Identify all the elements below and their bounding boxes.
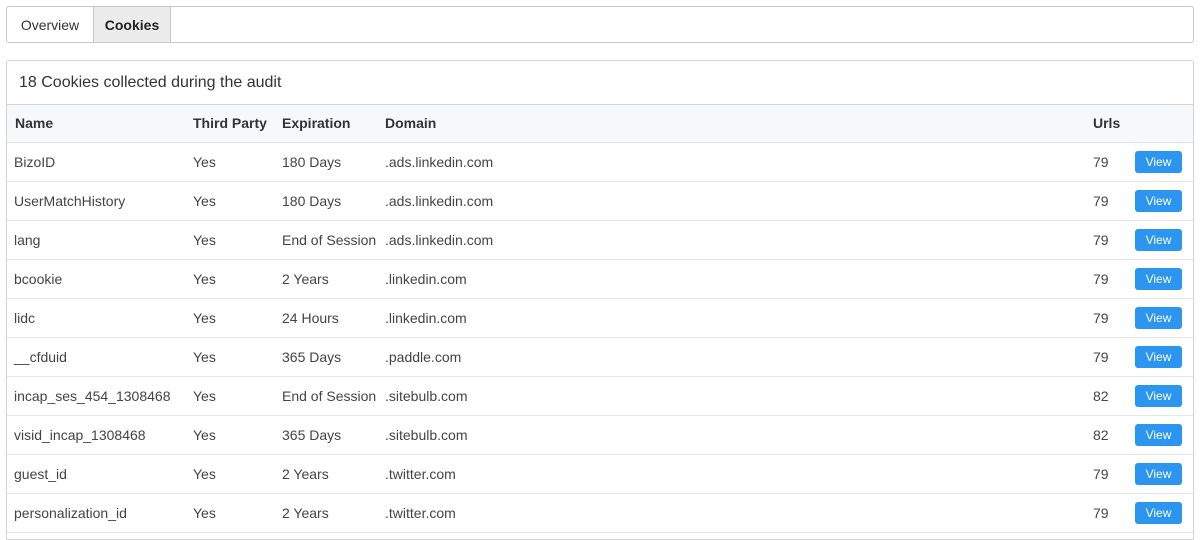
cookie-expiration: 180 Days: [282, 153, 342, 170]
cookie-name: personalization_id: [14, 504, 127, 521]
cookie-domain: .ads.linkedin.com: [385, 192, 494, 209]
cookie-third-party: Yes: [193, 426, 216, 443]
cookie-expiration: 2 Years: [282, 465, 329, 482]
column-header-name[interactable]: Name: [7, 105, 193, 143]
cookie-urls: 82: [1093, 387, 1109, 404]
cookie-action: View: [1135, 259, 1193, 298]
view-button[interactable]: View: [1135, 267, 1182, 290]
cookie-domain: .ads.linkedin.com: [385, 153, 494, 170]
table-row: BizoID Yes 180 Days .ads.linkedin.com 79 View: [7, 142, 1193, 181]
cookie-expiration: 2 Years: [282, 504, 329, 521]
cookie-action: View: [1135, 493, 1193, 532]
cookie-domain: .ads.linkedin.com: [385, 231, 494, 248]
view-button[interactable]: View: [1135, 150, 1182, 173]
cookie-action: View: [1135, 454, 1193, 493]
cookie-name: bcookie: [14, 270, 63, 287]
column-header-domain[interactable]: Domain: [385, 105, 1093, 143]
view-button[interactable]: View: [1135, 501, 1182, 524]
view-button[interactable]: View: [1135, 189, 1182, 212]
cookie-expiration: 24 Hours: [282, 309, 339, 326]
view-button[interactable]: View: [1135, 462, 1182, 485]
table-row: lidc Yes 24 Hours .linkedin.com 79 View: [7, 298, 1193, 337]
cookie-domain: .twitter.com: [385, 465, 456, 482]
cookie-third-party: Yes: [193, 309, 216, 326]
cookie-third-party: Yes: [193, 387, 216, 404]
cookie-action: View: [1135, 142, 1193, 181]
table-header-row: Name Third Party Expiration Domain Urls: [7, 105, 1193, 143]
cookie-name: __cfduid: [14, 348, 67, 365]
cookie-domain: .linkedin.com: [385, 270, 467, 287]
cookie-action: View: [1135, 337, 1193, 376]
cookie-urls: 79: [1093, 504, 1109, 521]
tab-overview[interactable]: Overview: [7, 7, 94, 42]
view-button[interactable]: View: [1135, 345, 1182, 368]
cookie-name: visid_incap_1308468: [14, 426, 146, 443]
cookie-name: guest_id: [14, 465, 67, 482]
view-button[interactable]: View: [1135, 228, 1182, 251]
cookie-name: lidc: [14, 309, 36, 326]
table-row: UserMatchHistory Yes 180 Days .ads.linkedin…: [7, 181, 1193, 220]
cookie-expiration: End of Session: [282, 231, 377, 248]
view-button[interactable]: View: [1135, 384, 1182, 407]
cookie-name: lang: [14, 231, 41, 248]
cookie-expiration: 365 Days: [282, 426, 342, 443]
cookie-urls: 79: [1093, 270, 1109, 287]
table-row: guest_id Yes 2 Years .twitter.com 79 View: [7, 454, 1193, 493]
cookie-third-party: Yes: [193, 348, 216, 365]
cookie-domain: .sitebulb.com: [385, 387, 468, 404]
column-header-action: [1135, 105, 1193, 143]
table-body: BizoID Yes 180 Days .ads.linkedin.com 79 View…: [7, 142, 1193, 532]
cookie-urls: 79: [1093, 309, 1109, 326]
table-row: incap_ses_454_1308468 Yes End of Session .s…: [7, 376, 1193, 415]
view-button[interactable]: View: [1135, 306, 1182, 329]
cookie-name: BizoID: [14, 153, 56, 170]
cookie-third-party: Yes: [193, 270, 216, 287]
cookie-expiration: 365 Days: [282, 348, 342, 365]
cookie-action: View: [1135, 415, 1193, 454]
cookie-action: View: [1135, 220, 1193, 259]
cookie-urls: 79: [1093, 153, 1109, 170]
table-row: __cfduid Yes 365 Days .paddle.com 79 View: [7, 337, 1193, 376]
column-header-urls[interactable]: Urls: [1093, 105, 1135, 143]
table-row: personalization_id Yes 2 Years .twitter.com…: [7, 493, 1193, 532]
table-row: visid_incap_1308468 Yes 365 Days .sitebulb.…: [7, 415, 1193, 454]
cookie-expiration: 180 Days: [282, 192, 342, 209]
tab-cookies[interactable]: Cookies: [94, 7, 171, 42]
cookie-action: View: [1135, 181, 1193, 220]
column-header-expiration[interactable]: Expiration: [282, 105, 385, 143]
cookie-domain: .twitter.com: [385, 504, 456, 521]
cookie-domain: .linkedin.com: [385, 309, 467, 326]
cookie-third-party: Yes: [193, 231, 216, 248]
cookie-expiration: End of Session: [282, 387, 377, 404]
column-header-third-party[interactable]: Third Party: [193, 105, 282, 143]
cookie-third-party: Yes: [193, 504, 216, 521]
cookie-domain: .sitebulb.com: [385, 426, 468, 443]
cookie-expiration: 2 Years: [282, 270, 329, 287]
cookie-third-party: Yes: [193, 192, 216, 209]
panel-title: 18 Cookies collected during the audit: [7, 61, 1193, 105]
cookie-action: View: [1135, 298, 1193, 337]
tab-bar: Overview Cookies: [6, 6, 1194, 43]
cookie-domain: .paddle.com: [385, 348, 462, 365]
cookie-name: incap_ses_454_1308468: [14, 387, 171, 404]
cookie-action: View: [1135, 376, 1193, 415]
cookie-urls: 79: [1093, 231, 1109, 248]
cookies-table: Name Third Party Expiration Domain Urls …: [7, 105, 1193, 533]
table-row: bcookie Yes 2 Years .linkedin.com 79 View: [7, 259, 1193, 298]
table-row: lang Yes End of Session .ads.linkedin.com 79…: [7, 220, 1193, 259]
view-button[interactable]: View: [1135, 423, 1182, 446]
cookie-name: UserMatchHistory: [14, 192, 126, 209]
cookie-third-party: Yes: [193, 465, 216, 482]
cookie-urls: 79: [1093, 465, 1109, 482]
cookie-urls: 79: [1093, 192, 1109, 209]
cookie-third-party: Yes: [193, 153, 216, 170]
cookies-panel: 18 Cookies collected during the audit Na…: [6, 60, 1194, 540]
cookie-urls: 82: [1093, 426, 1109, 443]
cookie-urls: 79: [1093, 348, 1109, 365]
